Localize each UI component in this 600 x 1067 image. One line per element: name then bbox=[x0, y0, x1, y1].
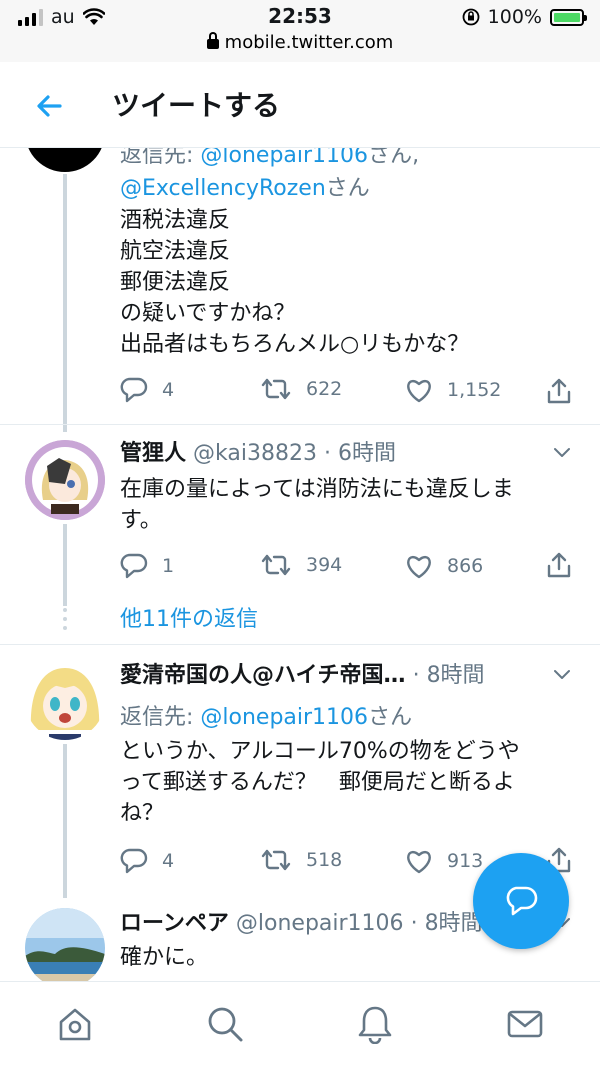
user-handle[interactable]: @lonepair1106 bbox=[236, 911, 404, 936]
avatar[interactable] bbox=[25, 440, 105, 520]
search-icon[interactable] bbox=[205, 1004, 245, 1044]
retweet-icon bbox=[261, 378, 291, 400]
lock-icon bbox=[206, 32, 219, 49]
heart-icon bbox=[407, 850, 431, 874]
thread-dots bbox=[62, 608, 68, 635]
chevron-down-icon[interactable] bbox=[554, 445, 570, 461]
retweet-icon bbox=[261, 554, 291, 576]
timestamp[interactable]: 6時間 bbox=[338, 441, 396, 466]
avatar[interactable] bbox=[25, 660, 105, 740]
reply-bubble-icon bbox=[120, 553, 148, 579]
tweet-header: 愛清帝国の人@ハイチ帝国… · 8時間 bbox=[120, 663, 485, 688]
reply-bubble-icon bbox=[120, 848, 148, 874]
heart-icon bbox=[407, 555, 431, 579]
avatar[interactable] bbox=[25, 148, 105, 172]
tweet-text: 確かに。 bbox=[120, 945, 209, 970]
bell-icon[interactable] bbox=[355, 1004, 395, 1044]
like-button[interactable]: 913 bbox=[405, 848, 483, 874]
tweet-header: 管狸人 @kai38823 · 6時間 bbox=[120, 441, 396, 466]
reply-to-line: 返信先: @lonepair1106さん bbox=[120, 705, 413, 730]
retweet-icon bbox=[261, 849, 291, 871]
heart-icon bbox=[407, 379, 431, 403]
display-name[interactable]: 管狸人 bbox=[120, 441, 186, 466]
share-icon[interactable] bbox=[546, 551, 572, 579]
divider bbox=[0, 424, 600, 425]
like-button[interactable]: 866 bbox=[405, 553, 483, 579]
url-text: mobile.twitter.com bbox=[224, 32, 394, 53]
more-replies-link[interactable]: 他11件の返信 bbox=[120, 604, 258, 635]
home-icon[interactable] bbox=[55, 1004, 95, 1044]
mention-link[interactable]: @lonepair1106 bbox=[200, 148, 368, 168]
url-bar[interactable]: mobile.twitter.com bbox=[0, 32, 600, 53]
reply-to-line: 返信先: @lonepair1106さん, bbox=[120, 148, 419, 171]
bottom-tab-bar bbox=[0, 981, 600, 1067]
reply-button[interactable]: 4 bbox=[120, 377, 174, 403]
tweet-text: 在庫の量によっては消防法にも違反しま す。 bbox=[120, 477, 514, 533]
divider bbox=[0, 644, 600, 645]
mail-icon[interactable] bbox=[505, 1004, 545, 1044]
page-title: ツイートする bbox=[112, 89, 281, 122]
user-handle[interactable]: @kai38823 bbox=[193, 441, 317, 466]
reply-button[interactable]: 1 bbox=[120, 553, 174, 579]
tweet-text: 酒税法違反 航空法違反 郵便法違反 の疑いですかね？ 出品者はもちろんメル○リも… bbox=[120, 208, 470, 357]
status-bar: au 22:53 mobile.twitter.com 100% bbox=[0, 0, 600, 62]
tweet-text: というか、アルコール70%の物をどうや って郵送するんだ？ 郵便局だと断るよ ね… bbox=[120, 739, 520, 826]
share-icon[interactable] bbox=[546, 377, 572, 405]
compose-bubble-icon bbox=[506, 886, 538, 916]
battery-percent: 100% bbox=[487, 6, 542, 28]
mention-link[interactable]: @lonepair1106 bbox=[200, 705, 368, 730]
mention-link[interactable]: @ExcellencyRozen bbox=[120, 176, 326, 201]
like-button[interactable]: 1,152 bbox=[405, 377, 501, 403]
back-arrow-icon[interactable] bbox=[30, 86, 70, 126]
retweet-button[interactable]: 622 bbox=[260, 377, 342, 401]
retweet-button[interactable]: 394 bbox=[260, 553, 342, 577]
reply-button[interactable]: 4 bbox=[120, 848, 174, 874]
compose-button[interactable] bbox=[473, 853, 569, 949]
timestamp[interactable]: 8時間 bbox=[425, 911, 483, 936]
timestamp[interactable]: 8時間 bbox=[427, 663, 485, 688]
display-name[interactable]: 愛清帝国の人@ハイチ帝国… bbox=[120, 663, 406, 688]
retweet-button[interactable]: 518 bbox=[260, 848, 342, 872]
thread-line bbox=[63, 524, 67, 606]
page-header: ツイートする bbox=[0, 62, 600, 148]
orientation-lock-icon bbox=[462, 8, 480, 26]
reply-bubble-icon bbox=[120, 377, 148, 403]
thread-line bbox=[63, 744, 67, 898]
tweet-header: ローンペア @lonepair1106 · 8時間 bbox=[120, 911, 483, 936]
status-right: 100% bbox=[462, 6, 587, 28]
battery-icon bbox=[550, 8, 587, 26]
chevron-down-icon[interactable] bbox=[554, 667, 570, 683]
display-name[interactable]: ローンペア bbox=[120, 911, 229, 936]
reply-to-line: @ExcellencyRozenさん bbox=[120, 176, 370, 201]
thread-line bbox=[63, 174, 67, 432]
avatar[interactable] bbox=[25, 908, 105, 981]
